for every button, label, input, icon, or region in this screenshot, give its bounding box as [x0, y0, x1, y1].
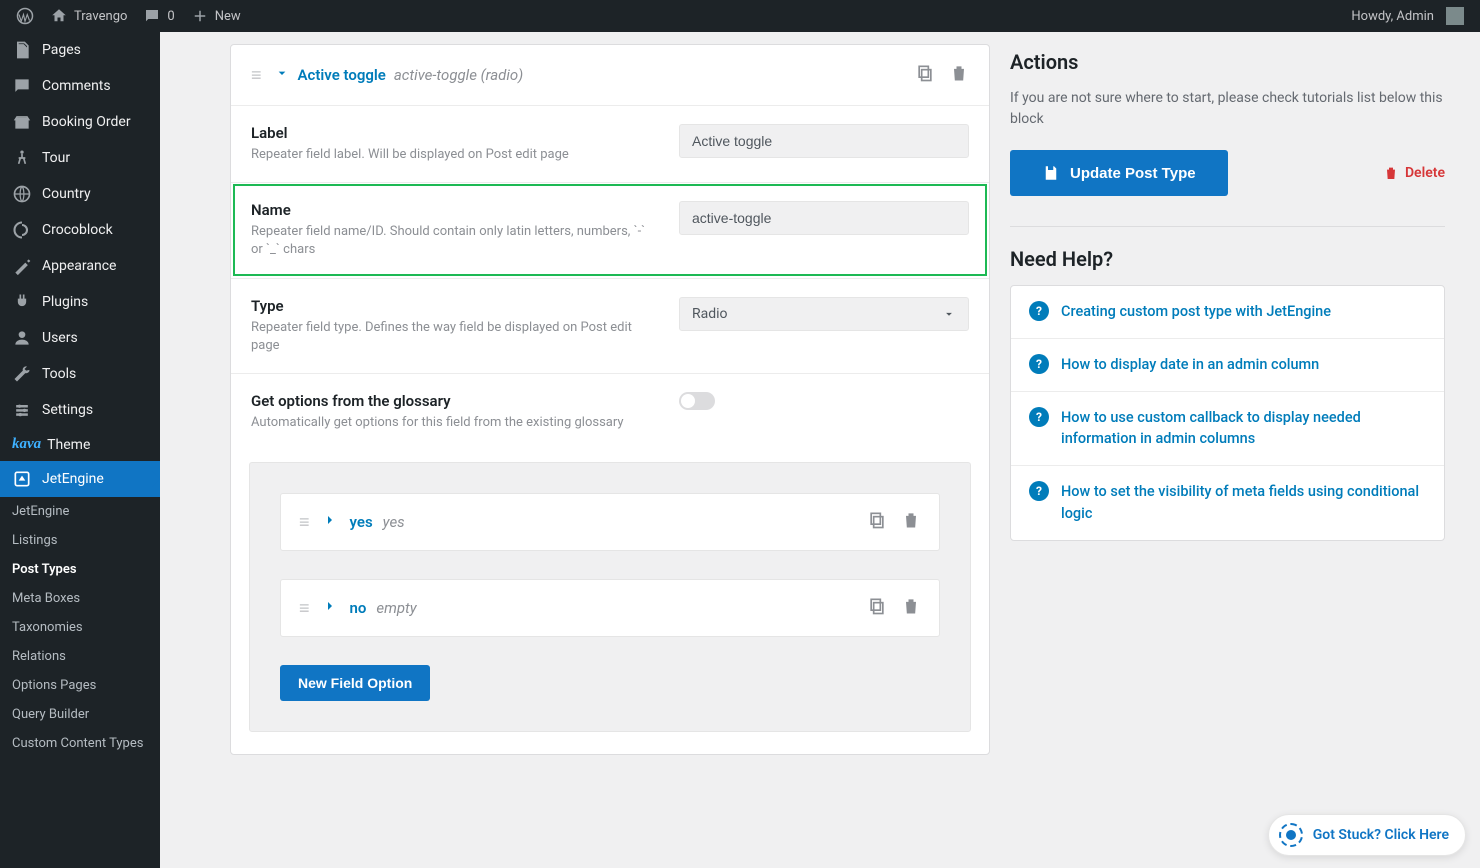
- drag-handle-icon[interactable]: ≡: [299, 598, 310, 619]
- drag-handle-icon[interactable]: ≡: [251, 65, 262, 86]
- sidebar-item-country[interactable]: Country: [0, 176, 160, 212]
- help-link[interactable]: Creating custom post type with JetEngine: [1061, 301, 1331, 323]
- new-field-option-button[interactable]: New Field Option: [280, 665, 430, 701]
- sidebar-sub-listings[interactable]: Listings: [0, 526, 160, 555]
- name-field-title: Name: [251, 201, 659, 219]
- label-field-title: Label: [251, 124, 659, 142]
- collapse-toggle[interactable]: [274, 65, 290, 85]
- site-home[interactable]: Travengo: [42, 0, 135, 32]
- field-header-title[interactable]: Active toggle: [298, 66, 386, 84]
- glossary-field-desc: Automatically get options for this field…: [251, 414, 659, 432]
- sidebar-item-kava[interactable]: kavaTheme: [0, 428, 160, 461]
- help-question-icon: ?: [1029, 407, 1049, 427]
- user-greeting[interactable]: Howdy, Admin: [1343, 0, 1472, 32]
- sidebar-sub-query-builder[interactable]: Query Builder: [0, 700, 160, 729]
- name-field-desc: Repeater field name/ID. Should contain o…: [251, 223, 659, 259]
- sidebar-item-tour[interactable]: Tour: [0, 140, 160, 176]
- sidebar-item-plugins[interactable]: Plugins: [0, 284, 160, 320]
- option-value: yes: [383, 513, 405, 531]
- chevron-down-icon: [942, 307, 956, 321]
- field-header-sub: active-toggle (radio): [394, 66, 523, 84]
- sidebar-item-pages[interactable]: Pages: [0, 32, 160, 68]
- trash-icon[interactable]: [949, 63, 969, 87]
- sidebar-sub-taxonomies[interactable]: Taxonomies: [0, 613, 160, 642]
- sidebar-item-appearance[interactable]: Appearance: [0, 248, 160, 284]
- delete-button[interactable]: Delete: [1383, 165, 1445, 181]
- label-input[interactable]: [679, 124, 969, 158]
- sidebar-item-jetengine[interactable]: JetEngine: [0, 461, 160, 497]
- trash-icon: [1383, 165, 1399, 181]
- option-item: ≡ yes yes: [280, 493, 940, 551]
- sidebar-item-booking[interactable]: Booking Order: [0, 104, 160, 140]
- copy-icon[interactable]: [867, 510, 887, 534]
- type-select[interactable]: Radio: [679, 297, 969, 331]
- expand-toggle[interactable]: [322, 512, 338, 532]
- type-field-title: Type: [251, 297, 659, 315]
- help-question-icon: ?: [1029, 301, 1049, 321]
- sidebar-item-tools[interactable]: Tools: [0, 356, 160, 392]
- new-content[interactable]: New: [183, 0, 249, 32]
- help-list: ? Creating custom post type with JetEngin…: [1010, 285, 1445, 541]
- update-post-type-button[interactable]: Update Post Type: [1010, 150, 1228, 196]
- trash-icon[interactable]: [901, 596, 921, 620]
- avatar: [1446, 7, 1464, 25]
- drag-handle-icon[interactable]: ≡: [299, 512, 310, 533]
- sidebar-item-settings[interactable]: Settings: [0, 392, 160, 428]
- label-field-desc: Repeater field label. Will be displayed …: [251, 146, 659, 164]
- help-question-icon: ?: [1029, 354, 1049, 374]
- option-label[interactable]: no: [350, 599, 367, 617]
- got-stuck-button[interactable]: Got Stuck? Click Here: [1268, 814, 1466, 856]
- glossary-field-title: Get options from the glossary: [251, 392, 659, 410]
- save-icon: [1042, 164, 1060, 182]
- help-link[interactable]: How to set the visibility of meta fields…: [1061, 481, 1426, 525]
- help-question-icon: ?: [1029, 481, 1049, 501]
- option-item: ≡ no empty: [280, 579, 940, 637]
- admin-sidebar: Pages Comments Booking Order Tour Countr…: [0, 32, 160, 868]
- help-title: Need Help?: [1010, 247, 1445, 271]
- option-value: empty: [376, 599, 416, 617]
- support-icon: [1279, 823, 1303, 847]
- sidebar-item-comments[interactable]: Comments: [0, 68, 160, 104]
- copy-icon[interactable]: [867, 596, 887, 620]
- comments-count[interactable]: 0: [135, 0, 182, 32]
- sidebar-sub-jetengine[interactable]: JetEngine: [0, 497, 160, 526]
- field-options-box: ≡ yes yes ≡ no empty: [249, 462, 971, 732]
- sidebar-sub-options-pages[interactable]: Options Pages: [0, 671, 160, 700]
- sidebar-sub-custom-content-types[interactable]: Custom Content Types: [0, 729, 160, 758]
- option-label[interactable]: yes: [350, 513, 373, 531]
- sidebar-item-crocoblock[interactable]: Crocoblock: [0, 212, 160, 248]
- sidebar-item-users[interactable]: Users: [0, 320, 160, 356]
- repeater-field-panel: ≡ Active toggle active-toggle (radio) La…: [230, 44, 990, 755]
- type-field-desc: Repeater field type. Defines the way fie…: [251, 319, 659, 355]
- sidebar-sub-post-types[interactable]: Post Types: [0, 555, 160, 584]
- help-link[interactable]: How to use custom callback to display ne…: [1061, 407, 1426, 451]
- wp-logo[interactable]: [8, 0, 42, 32]
- glossary-toggle[interactable]: [679, 392, 715, 410]
- sidebar-sub-meta-boxes[interactable]: Meta Boxes: [0, 584, 160, 613]
- trash-icon[interactable]: [901, 510, 921, 534]
- actions-title: Actions: [1010, 50, 1445, 74]
- admin-topbar: Travengo 0 New Howdy, Admin: [0, 0, 1480, 32]
- copy-icon[interactable]: [915, 63, 935, 87]
- help-link[interactable]: How to display date in an admin column: [1061, 354, 1319, 376]
- actions-desc: If you are not sure where to start, plea…: [1010, 88, 1445, 130]
- name-input[interactable]: [679, 201, 969, 235]
- expand-toggle[interactable]: [322, 598, 338, 618]
- sidebar-sub-relations[interactable]: Relations: [0, 642, 160, 671]
